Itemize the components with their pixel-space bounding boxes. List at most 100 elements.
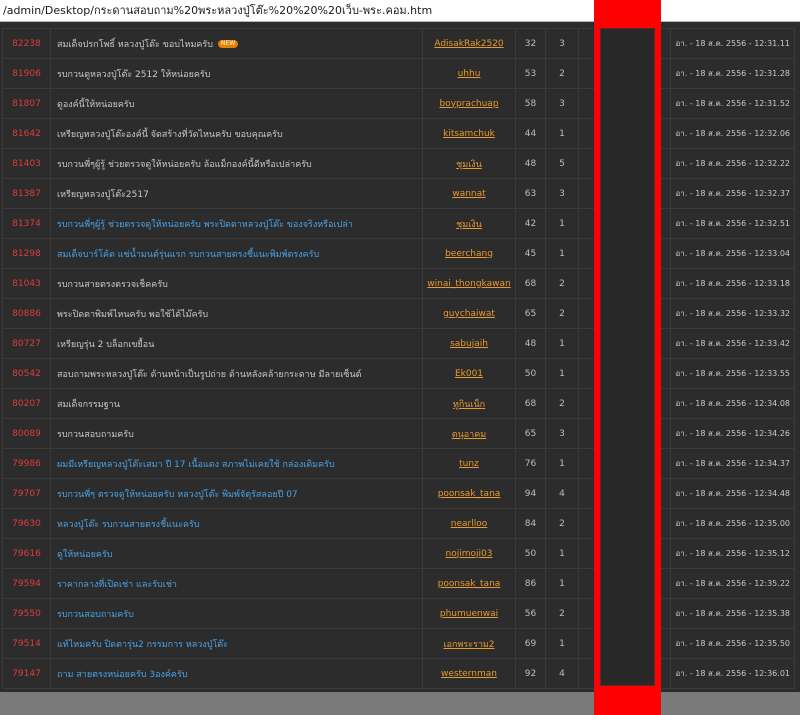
topic-title-text[interactable]: แท้ไหมครับ ปิดตารุ่น2 กรรมการ หลวงปู่โต๊… <box>57 640 228 650</box>
last-post-link[interactable]: num_2007 <box>610 309 658 319</box>
topic-title[interactable]: รบกวนดูหลวงปู่โต๊ะ 2512 ให้หน่อยครับ <box>50 58 423 89</box>
author-link[interactable]: sabujaih <box>450 339 488 349</box>
topic-title[interactable]: แท้ไหมครับ ปิดตารุ่น2 กรรมการ หลวงปู่โต๊… <box>50 628 423 659</box>
author-link[interactable]: winai_thongkawan <box>427 279 510 289</box>
author-link[interactable]: uhhu <box>458 69 481 79</box>
replies-count: 1 <box>545 448 579 479</box>
topic-title[interactable]: สมเด็จปรกโพธิ์ หลวงปู่โต๊ะ ขอบไหมครับ NEW <box>50 28 423 59</box>
last-post-link[interactable]: num_2007 <box>610 219 658 229</box>
author-link[interactable]: beerchang <box>445 249 493 259</box>
replies-count: 3 <box>545 28 579 59</box>
last-post-link[interactable]: num_2007 <box>610 639 658 649</box>
last-post-link[interactable]: num_2007 <box>610 549 658 559</box>
topic-title[interactable]: ผมมีเหรียญหลวงปู่โต๊ะเสมา ปี 17 เนื้อแดง… <box>50 448 423 479</box>
topic-title-text[interactable]: พระปิดตาพิมพ์ไหนครับ พอใช้ได้ไม๊ครับ <box>57 310 208 320</box>
post-date: อา. - 18 ส.ค. 2556 - 12:33.18 <box>670 268 795 299</box>
topic-title-text[interactable]: เหรียญหลวงปู่โต๊ะ2517 <box>57 190 149 200</box>
last-post-link[interactable]: num_2007 <box>610 429 658 439</box>
last-post-link[interactable]: num_2007 <box>610 129 658 139</box>
topic-title-text[interactable]: รบกวนพี่ๆผู้รู้ ช่วยตรวจดูให้หน่อยครับ พ… <box>57 220 353 230</box>
author-link[interactable]: nojimoji03 <box>446 549 493 559</box>
topic-title-text[interactable]: สมเด็จบาร์โค้ด แซ่น้ำมนต์รุ่นแรก รบกวนสา… <box>57 250 319 260</box>
last-post-link[interactable]: num_2007 <box>610 99 658 109</box>
replies-count: 2 <box>545 388 579 419</box>
topic-title-text[interactable]: ดูให้หน่อยครับ <box>57 550 113 560</box>
topic-title[interactable]: เหรียญรุ่น 2 บล็อกเขยื้อน <box>50 328 423 359</box>
author-link[interactable]: Ek001 <box>455 369 483 379</box>
topic-title-text[interactable]: สมเด็จกรรมฐาน <box>57 400 120 410</box>
author-link[interactable]: poonsak_tana <box>438 489 501 499</box>
last-post-link[interactable]: num_2007 <box>610 399 658 409</box>
topic-title[interactable]: ถาม สายตรงหน่อยครับ 3องค์ครับ <box>50 658 423 689</box>
author-link[interactable]: เอกพระราม2 <box>443 640 494 650</box>
topic-title-text[interactable]: ถาม สายตรงหน่อยครับ 3องค์ครับ <box>57 670 188 680</box>
last-post-link[interactable]: num_2007 <box>610 189 658 199</box>
author-link[interactable]: guychaiwat <box>443 309 495 319</box>
topic-title-text[interactable]: สมเด็จปรกโพธิ์ หลวงปู่โต๊ะ ขอบไหมครับ <box>57 40 213 50</box>
last-post-link[interactable]: num_2007 <box>610 369 658 379</box>
topic-title-text[interactable]: รบกวนพี่ๆ ตรวจดูให้หน่อยครับ หลวงปู่โต๊ะ… <box>57 490 298 500</box>
topic-title[interactable]: สมเด็จบาร์โค้ด แซ่น้ำมนต์รุ่นแรก รบกวนสา… <box>50 238 423 269</box>
last-post-link[interactable]: num_2007 <box>610 669 658 679</box>
last-post-link[interactable]: num_2007 <box>610 459 658 469</box>
post-date: อา. - 18 ส.ค. 2556 - 12:35.00 <box>670 508 795 539</box>
author-link[interactable]: poonsak_tana <box>438 579 501 589</box>
author-link[interactable]: tunz <box>459 459 479 469</box>
author-link[interactable]: wannat <box>452 189 485 199</box>
topic-title-text[interactable]: รบกวนพี่ๆผู้รู้ ช่วยตรวจดูให้หน่อยครับ ล… <box>57 160 312 170</box>
author-link[interactable]: ตนุอาคม <box>452 430 486 440</box>
table-row: 81642 เหรียญหลวงปู่โต๊ะองค์นี้ จัดสร้างที… <box>2 118 795 149</box>
topic-id: 81387 <box>2 178 51 209</box>
author-link[interactable]: nearlloo <box>451 519 487 529</box>
topic-title-text[interactable]: หลวงปู่โต๊ะ รบกวนสายตรงชี้แนะครับ <box>57 520 200 530</box>
topic-title[interactable]: พระปิดตาพิมพ์ไหนครับ พอใช้ได้ไม๊ครับ <box>50 298 423 329</box>
last-post-link[interactable]: num_2007 <box>610 609 658 619</box>
topic-title-text[interactable]: ผมมีเหรียญหลวงปู่โต๊ะเสมา ปี 17 เนื้อแดง… <box>57 460 335 470</box>
author-cell: boyprachuap <box>422 88 516 119</box>
topic-title-text[interactable]: สอบถามพระหลวงปู่โต๊ะ ด้านหน้าเป็นรูปถ่าย… <box>57 370 361 380</box>
topic-title[interactable]: หลวงปู่โต๊ะ รบกวนสายตรงชี้แนะครับ <box>50 508 423 539</box>
topic-title[interactable]: สมเด็จกรรมฐาน <box>50 388 423 419</box>
address-bar[interactable]: /admin/Desktop/กระดานสอบถาม%20พระหลวงปู่… <box>0 0 800 22</box>
author-link[interactable]: AdisakRak2520 <box>434 39 503 49</box>
topic-title[interactable]: รบกวนพี่ๆผู้รู้ ช่วยตรวจดูให้หน่อยครับ พ… <box>50 208 423 239</box>
topic-title[interactable]: รบกวนสอบถามครับ <box>50 418 423 449</box>
topic-title[interactable]: สอบถามพระหลวงปู่โต๊ะ ด้านหน้าเป็นรูปถ่าย… <box>50 358 423 389</box>
topic-title[interactable]: ดูองค์นี้ให้หน่อยครับ <box>50 88 423 119</box>
topic-title-text[interactable]: ดูองค์นี้ให้หน่อยครับ <box>57 100 134 110</box>
last-post-link[interactable]: num_2007 <box>610 279 658 289</box>
last-post-link[interactable]: num_2007 <box>610 489 658 499</box>
author-link[interactable]: kitsamchuk <box>443 129 495 139</box>
author-link[interactable]: ทูกินเน็ก <box>453 400 485 410</box>
last-post-link[interactable]: num_2007 <box>610 579 658 589</box>
topic-title[interactable]: รบกวนพี่ๆผู้รู้ ช่วยตรวจดูให้หน่อยครับ ล… <box>50 148 423 179</box>
last-post-link[interactable]: num_2007 <box>610 519 658 529</box>
last-post-link[interactable]: num_2007 <box>610 159 658 169</box>
topic-title[interactable]: เหรียญหลวงปู่โต๊ะ2517 <box>50 178 423 209</box>
topic-id: 79707 <box>2 478 51 509</box>
topic-title-text[interactable]: รบกวนสอบถามครับ <box>57 430 134 440</box>
topic-title[interactable]: รบกวนสายตรงตรวจเช็คครับ <box>50 268 423 299</box>
last-post-link[interactable]: num_2007 <box>610 69 658 79</box>
last-post-link[interactable]: num_2007 <box>610 339 658 349</box>
topic-title[interactable]: ดูให้หน่อยครับ <box>50 538 423 569</box>
topic-title-text[interactable]: เหรียญหลวงปู่โต๊ะองค์นี้ จัดสร้างที่วัดไ… <box>57 130 283 140</box>
author-link[interactable]: boyprachuap <box>439 99 498 109</box>
topic-title-text[interactable]: รบกวนสายตรงตรวจเช็คครับ <box>57 280 168 290</box>
topic-title[interactable]: รบกวนสอบถามครับ <box>50 598 423 629</box>
topic-title-text[interactable]: รบกวนสอบถามครับ <box>57 610 134 620</box>
author-link[interactable]: westernman <box>441 669 497 679</box>
topic-title-text[interactable]: รบกวนดูหลวงปู่โต๊ะ 2512 ให้หน่อยครับ <box>57 70 210 80</box>
topic-title-text[interactable]: ราคากลางที่เปิดเช่า และรับเช่า <box>57 580 177 590</box>
last-post-link[interactable]: num_2007 <box>610 249 658 259</box>
author-cell: phumuenwai <box>422 598 516 629</box>
topic-title[interactable]: เหรียญหลวงปู่โต๊ะองค์นี้ จัดสร้างที่วัดไ… <box>50 118 423 149</box>
empty-cell <box>578 298 597 329</box>
author-link[interactable]: ชุมเงิน <box>456 220 482 230</box>
topic-title-text[interactable]: เหรียญรุ่น 2 บล็อกเขยื้อน <box>57 340 154 350</box>
author-link[interactable]: phumuenwai <box>440 609 498 619</box>
topic-title[interactable]: รบกวนพี่ๆ ตรวจดูให้หน่อยครับ หลวงปู่โต๊ะ… <box>50 478 423 509</box>
topic-title[interactable]: ราคากลางที่เปิดเช่า และรับเช่า <box>50 568 423 599</box>
author-link[interactable]: ชุมเงิน <box>456 160 482 170</box>
last-post-link[interactable]: num_2007 <box>610 39 658 49</box>
